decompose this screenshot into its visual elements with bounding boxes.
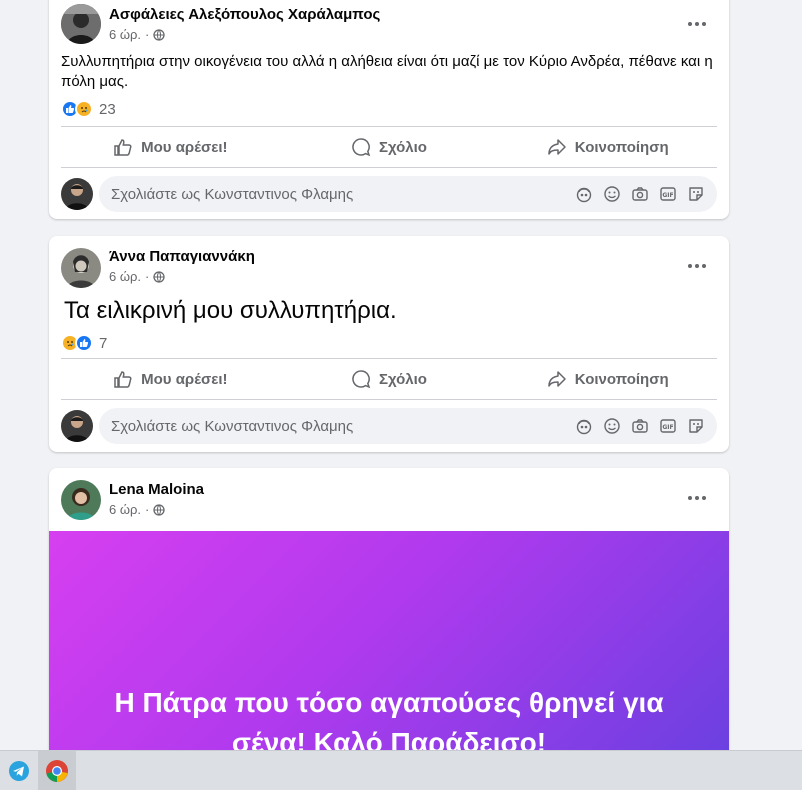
share-arrow-icon (547, 371, 566, 387)
globe-icon (153, 28, 165, 41)
reactions-summary[interactable]: 7 (49, 328, 729, 358)
like-button[interactable]: Μου αρέσει! (61, 127, 280, 167)
globe-icon (153, 270, 165, 283)
post-text: Συλλυπητήρια στην οικογένεια του αλλά η … (61, 53, 713, 90)
gif-icon[interactable]: GIF (659, 185, 677, 203)
like-reaction-icon (75, 334, 93, 352)
post-meta: 6 ώρ. · (109, 27, 165, 42)
share-label: Κοινοποίηση (574, 138, 669, 156)
globe-icon (153, 503, 165, 516)
more-options-icon[interactable] (685, 486, 709, 510)
avatar-sticker-icon[interactable] (575, 185, 593, 203)
my-avatar[interactable] (61, 410, 93, 442)
comment-placeholder: Σχολιάστε ως Κωνσταντινος Φλαμης (111, 185, 354, 203)
author-name[interactable]: Lena Maloina (109, 481, 204, 498)
more-options-icon[interactable] (685, 254, 709, 278)
sad-reaction-icon (75, 100, 93, 118)
share-arrow-icon (547, 139, 566, 155)
sticker-icon[interactable] (687, 417, 705, 435)
comment-composer: Σχολιάστε ως Κωνσταντινος Φλαμης GIF (49, 400, 729, 452)
chrome-icon[interactable] (38, 750, 76, 790)
emoji-icon[interactable] (603, 185, 621, 203)
thumbs-up-icon (114, 371, 132, 388)
svg-text:GIF: GIF (662, 424, 673, 431)
taskbar (0, 750, 802, 790)
comment-label: Σχόλιο (379, 138, 427, 156)
svg-text:GIF: GIF (662, 192, 673, 199)
comment-button[interactable]: Σχόλιο (280, 127, 499, 167)
my-avatar[interactable] (61, 178, 93, 210)
comment-input[interactable]: Σχολιάστε ως Κωνσταντινος Φλαμης GIF (99, 176, 717, 212)
post-actions: Μου αρέσει! Σχόλιο Κοινοποίηση (61, 126, 717, 168)
meta-separator: · (145, 269, 150, 284)
post-card: Lena Maloina 6 ώρ. · Η Πάτρα που τόσο αγ… (49, 468, 729, 768)
post-header: Ασφάλειες Αλεξόπουλος Χαράλαμπος 6 ώρ. · (49, 0, 729, 50)
post-actions: Μου αρέσει! Σχόλιο Κοινοποίηση (61, 358, 717, 400)
post-header: Άννα Παπαγιαννάκη 6 ώρ. · (49, 236, 729, 294)
reaction-count: 7 (99, 334, 108, 352)
comment-placeholder: Σχολιάστε ως Κωνσταντινος Φλαμης (111, 417, 354, 435)
share-button[interactable]: Κοινοποίηση (498, 359, 717, 399)
comment-input[interactable]: Σχολιάστε ως Κωνσταντινος Φλαμης GIF (99, 408, 717, 444)
comment-bubble-icon (352, 370, 371, 389)
like-label: Μου αρέσει! (141, 138, 228, 156)
comment-bubble-icon (352, 138, 371, 157)
telegram-icon[interactable] (0, 751, 38, 790)
text-background-banner: Η Πάτρα που τόσο αγαπούσες θρηνεί για σέ… (49, 531, 729, 761)
more-options-icon[interactable] (685, 12, 709, 36)
post-time[interactable]: 6 ώρ. (109, 269, 141, 284)
reaction-count: 23 (99, 100, 116, 118)
meta-separator: · (145, 27, 150, 42)
author-avatar[interactable] (61, 4, 101, 44)
comment-composer: Σχολιάστε ως Κωνσταντινος Φλαμης GIF (49, 168, 729, 219)
gif-icon[interactable]: GIF (659, 417, 677, 435)
author-avatar[interactable] (61, 480, 101, 520)
post-meta: 6 ώρ. · (109, 269, 165, 284)
camera-icon[interactable] (631, 417, 649, 435)
post-card: Άννα Παπαγιαννάκη 6 ώρ. · Τα ειλικρινή μ… (49, 236, 729, 452)
author-avatar[interactable] (61, 248, 101, 288)
post-time[interactable]: 6 ώρ. (109, 27, 141, 42)
reactions-summary[interactable]: 23 (49, 92, 729, 126)
sticker-icon[interactable] (687, 185, 705, 203)
comment-label: Σχόλιο (379, 370, 427, 388)
post-card: Ασφάλειες Αλεξόπουλος Χαράλαμπος 6 ώρ. ·… (49, 0, 729, 219)
like-label: Μου αρέσει! (141, 370, 228, 388)
post-header: Lena Maloina 6 ώρ. · (49, 468, 729, 531)
meta-separator: · (145, 502, 150, 517)
author-name[interactable]: Ασφάλειες Αλεξόπουλος Χαράλαμπος (109, 6, 380, 23)
emoji-icon[interactable] (603, 417, 621, 435)
avatar-sticker-icon[interactable] (575, 417, 593, 435)
post-meta: 6 ώρ. · (109, 502, 165, 517)
post-text: Τα ειλικρινή μου συλλυπητήρια. (64, 297, 397, 324)
camera-icon[interactable] (631, 185, 649, 203)
thumbs-up-icon (114, 139, 132, 156)
like-button[interactable]: Μου αρέσει! (61, 359, 280, 399)
share-button[interactable]: Κοινοποίηση (498, 127, 717, 167)
share-label: Κοινοποίηση (574, 370, 669, 388)
author-name[interactable]: Άννα Παπαγιαννάκη (109, 248, 255, 265)
post-time[interactable]: 6 ώρ. (109, 502, 141, 517)
comment-button[interactable]: Σχόλιο (280, 359, 499, 399)
